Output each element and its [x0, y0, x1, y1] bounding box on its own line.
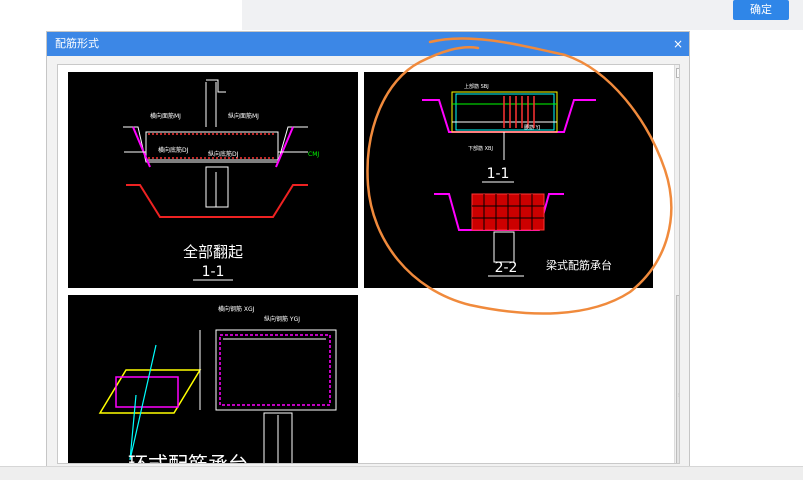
label-transverse-bottom: 横向底筋DJ — [158, 146, 189, 154]
label-transverse-top: 横向面筋MJ — [150, 112, 181, 120]
scroll-up-icon[interactable]: ▲ — [676, 68, 679, 78]
thumbnail-ring-cap[interactable]: 横向钢筋 XGJ 纵向钢筋 YGJ 环式配筋承台 — [68, 295, 358, 464]
label-cmj: CMJ — [308, 151, 319, 158]
right-background — [690, 30, 803, 466]
section-beam-top: 1-1 — [487, 166, 510, 182]
close-icon[interactable]: × — [673, 32, 683, 56]
section-full-bend: 1-1 — [202, 264, 225, 280]
label-top-bar: 上部筋 SBJ — [464, 83, 489, 90]
caption-ring-cap: 环式配筋承台 — [128, 452, 248, 464]
caption-beam-cap: 梁式配筋承台 — [546, 258, 612, 272]
left-background — [0, 30, 46, 466]
reinforcement-dialog: 配筋形式 × 横向面筋MJ 纵向面筋MJ 横向底筋DJ 纵向底筋DJ CMJ 全… — [46, 31, 690, 467]
bottom-bar — [0, 466, 803, 480]
caption-full-bend: 全部翻起 — [183, 243, 243, 261]
label-bottom-bar: 下部筋 XBJ — [468, 145, 493, 152]
label-waist-bar: 腰筋 YJ — [524, 124, 540, 131]
thumbnail-grid: 横向面筋MJ 纵向面筋MJ 横向底筋DJ 纵向底筋DJ CMJ 全部翻起 1-1 — [57, 64, 680, 464]
thumbnail-beam-cap[interactable]: 上部筋 SBJ 下部筋 XBJ 腰筋 YJ 1-1 2-2 梁式配筋承台 — [364, 72, 653, 288]
label-transverse-steel: 横向钢筋 XGJ — [218, 305, 255, 313]
thumbnail-full-bend[interactable]: 横向面筋MJ 纵向面筋MJ 横向底筋DJ 纵向底筋DJ CMJ 全部翻起 1-1 — [68, 72, 358, 288]
dialog-title-bar: 配筋形式 × — [47, 32, 689, 56]
label-longitudinal-top: 纵向面筋MJ — [228, 112, 259, 120]
top-toolbar — [242, 0, 803, 30]
drawing-full-bend: 横向面筋MJ 纵向面筋MJ 横向底筋DJ 纵向底筋DJ CMJ 全部翻起 1-1 — [123, 79, 319, 281]
scroll-thumb[interactable]: ≡ — [676, 295, 679, 463]
drawing-ring-cap: 横向钢筋 XGJ 纵向钢筋 YGJ 环式配筋承台 — [98, 305, 337, 464]
drawing-beam-cap: 上部筋 SBJ 下部筋 XBJ 腰筋 YJ 1-1 2-2 梁式配筋承台 — [422, 83, 612, 277]
section-beam-bottom: 2-2 — [495, 260, 518, 276]
grip-icon: ≡ — [677, 391, 679, 399]
vertical-scrollbar[interactable]: ▲ ≡ — [674, 65, 679, 463]
label-longitudinal-steel: 纵向钢筋 YGJ — [264, 315, 300, 323]
confirm-button[interactable]: 确定 — [733, 0, 789, 20]
dialog-title: 配筋形式 — [55, 37, 99, 50]
label-longitudinal-bottom: 纵向底筋DJ — [208, 150, 239, 158]
